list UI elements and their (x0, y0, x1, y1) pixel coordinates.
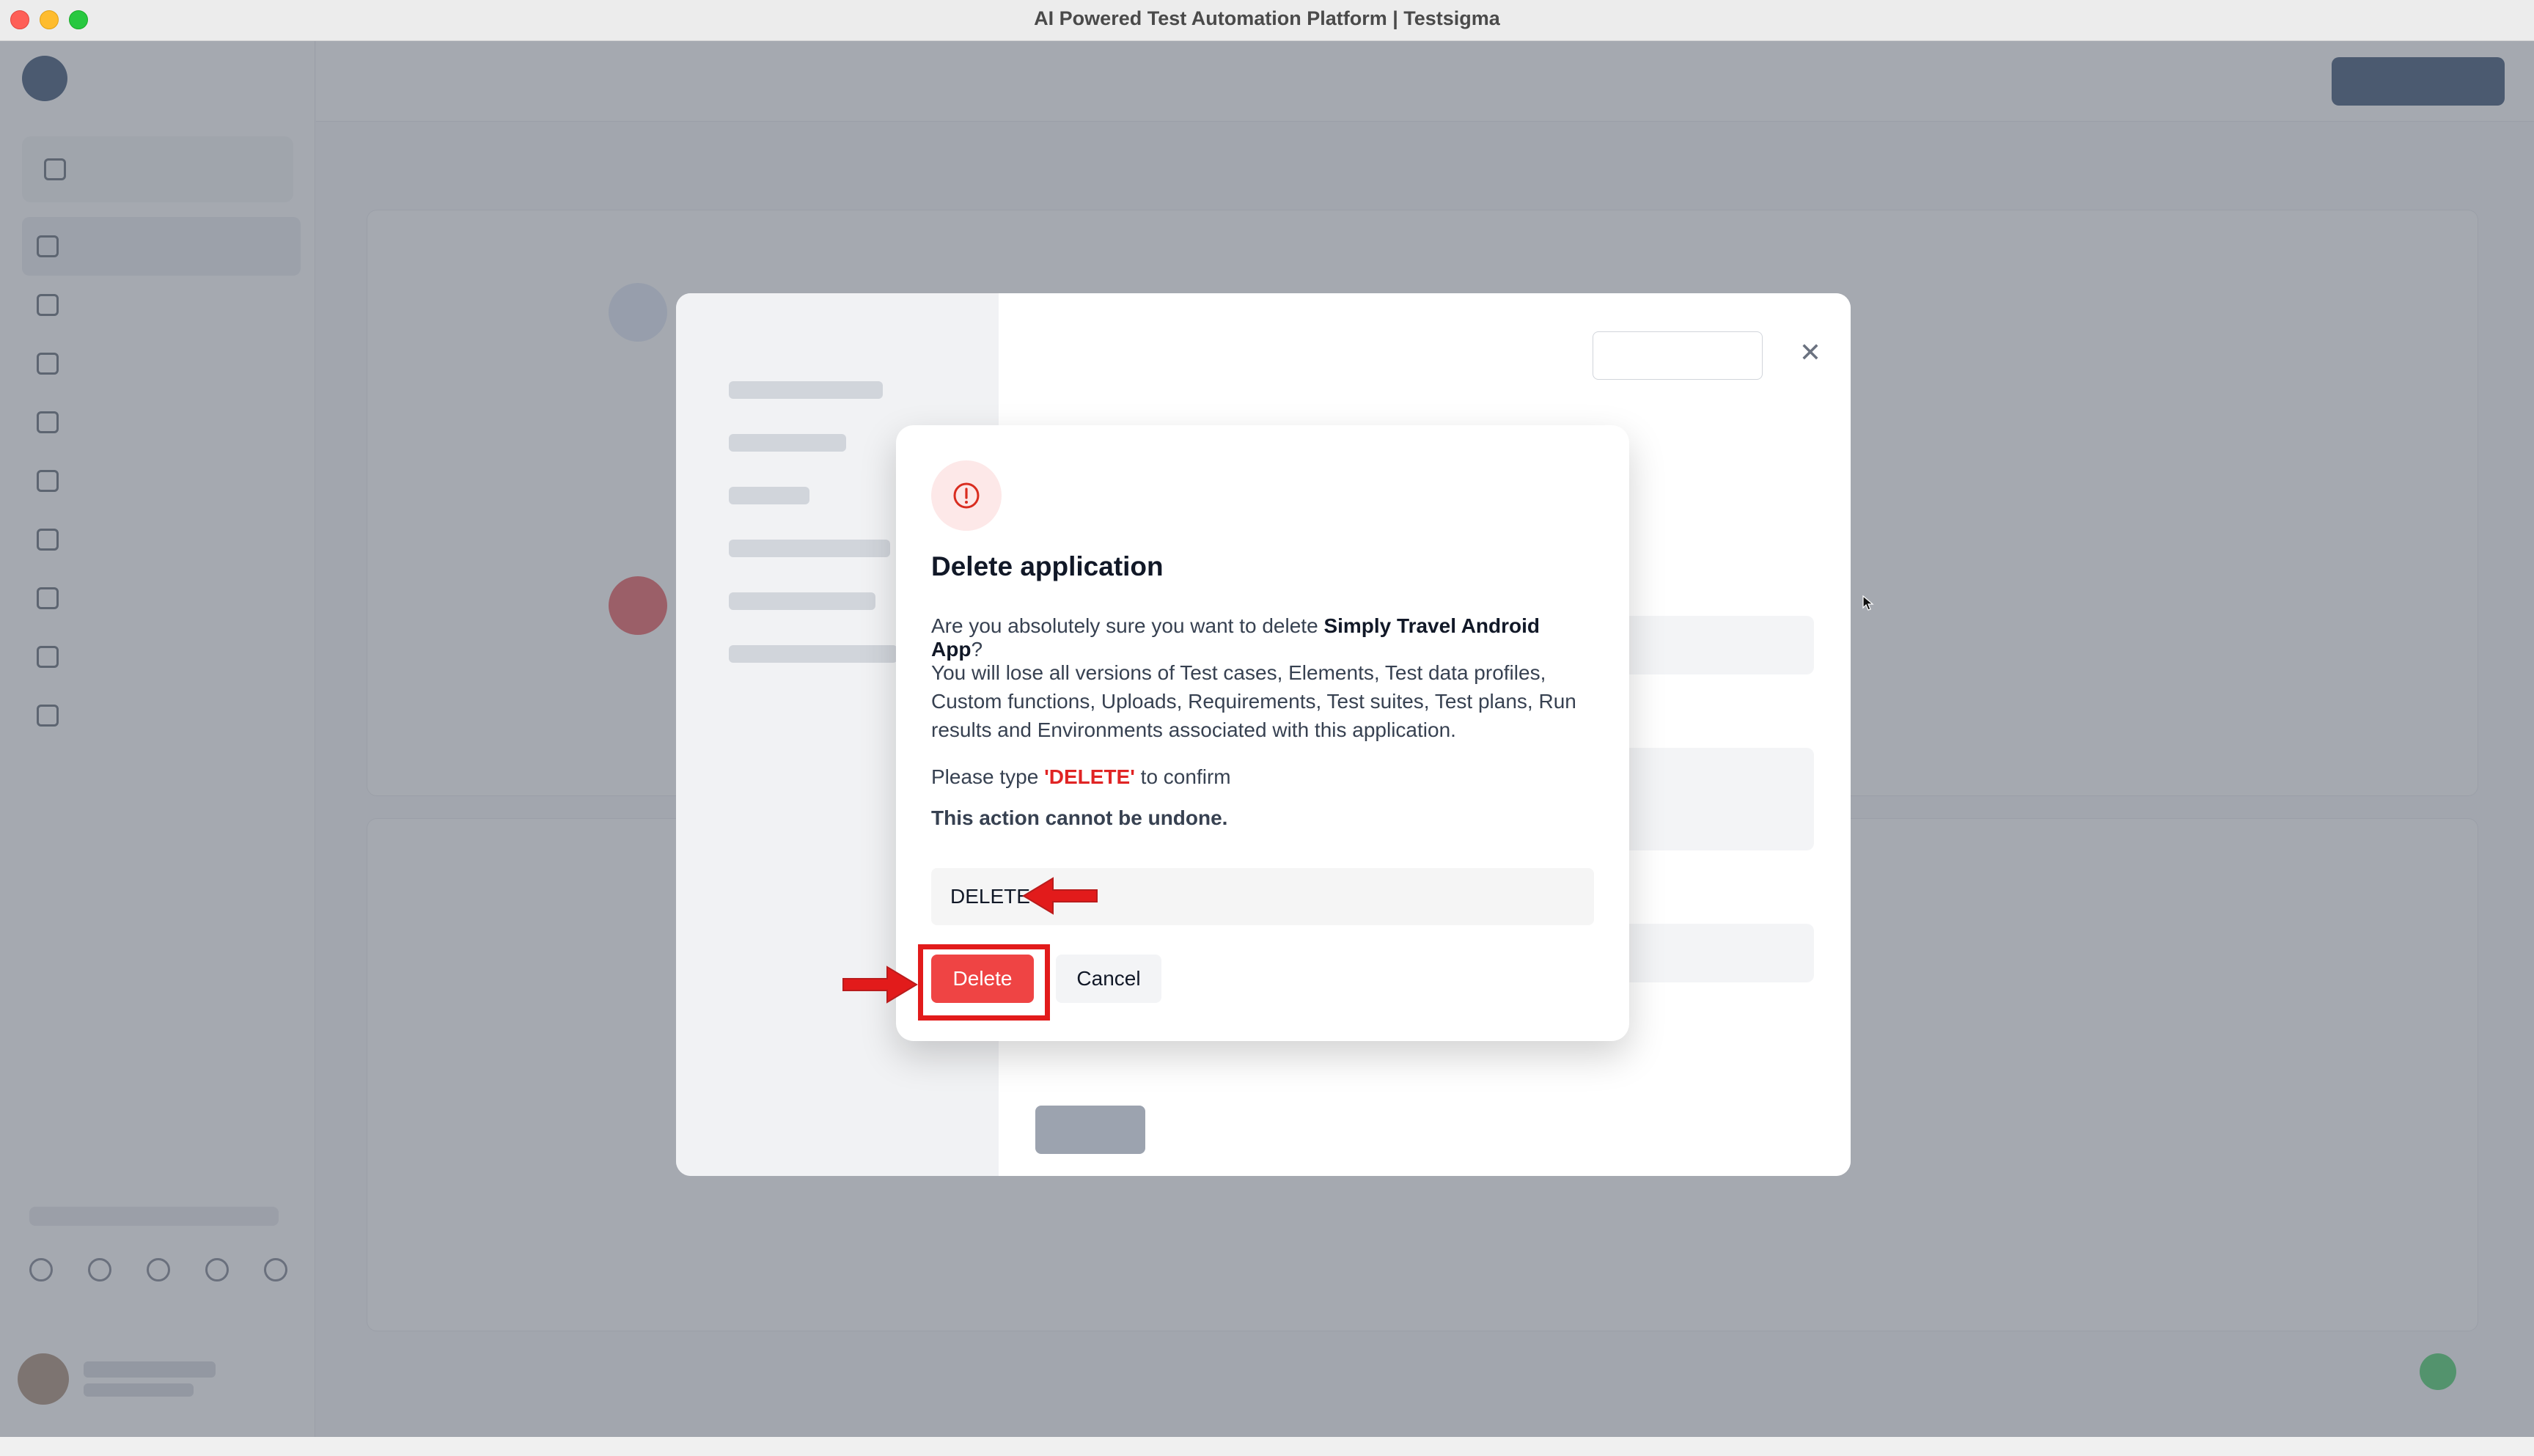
annotation-arrow-right-icon (842, 966, 918, 1004)
data-loss-warning: You will lose all versions of Test cases… (931, 661, 1576, 741)
warning-circle-icon (931, 460, 1002, 531)
irreversible-notice: This action cannot be undone. (931, 806, 1228, 829)
confirm-keyword: 'DELETE' (1044, 765, 1135, 788)
window-bottom-edge (0, 1437, 2534, 1456)
close-icon: ✕ (1799, 337, 1821, 367)
new-application-button (1593, 331, 1763, 380)
cancel-button[interactable]: Cancel (1056, 955, 1161, 1003)
annotation-arrow-left-icon (1022, 877, 1098, 915)
window-title: AI Powered Test Automation Platform | Te… (1034, 7, 1500, 29)
window-titlebar: AI Powered Test Automation Platform | Te… (0, 0, 2534, 41)
mouse-cursor-icon (1862, 595, 1874, 611)
modal-title: Delete application (931, 551, 1164, 581)
type-to-confirm-instruction: Please type 'DELETE' to confirm (931, 765, 1231, 788)
update-button (1035, 1106, 1145, 1154)
delete-highlight-box (918, 944, 1050, 1021)
confirm-question: Are you absolutely sure you want to dele… (931, 614, 1540, 661)
